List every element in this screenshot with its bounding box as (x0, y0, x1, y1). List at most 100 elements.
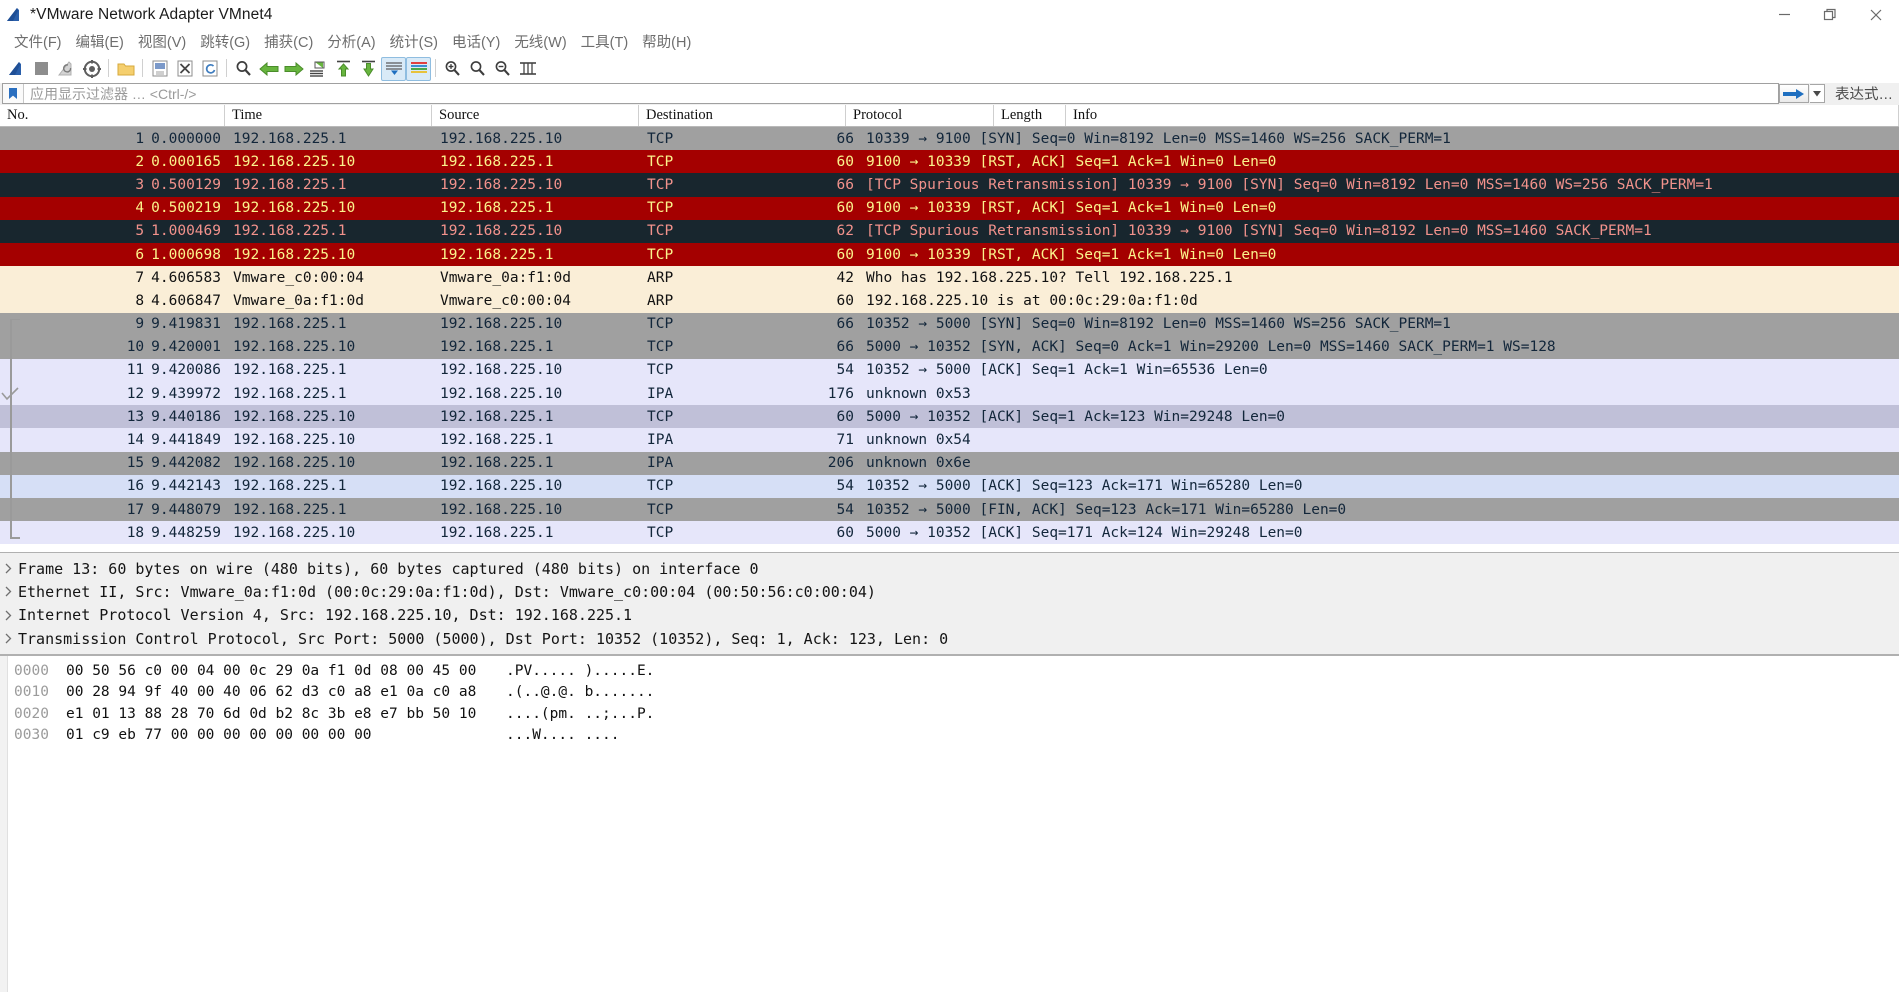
packet-row[interactable]: 9 9.419831 192.168.225.1 192.168.225.10 TCP 6… (0, 312, 1899, 336)
packet-time: 9.419831 (151, 316, 221, 333)
packet-row[interactable]: 15 9.442082 192.168.225.10 192.168.225.1 IPA… (0, 451, 1899, 475)
packet-destination: 192.168.225.1 (440, 153, 554, 170)
stop-capture-icon[interactable] (29, 57, 54, 81)
restart-capture-icon[interactable] (54, 57, 79, 81)
zoom-out-icon[interactable] (465, 57, 490, 81)
flow-marker-gutter (0, 336, 18, 359)
filter-history-dropdown[interactable] (1810, 84, 1825, 103)
start-capture-icon[interactable] (4, 57, 29, 81)
expand-triangle-icon[interactable] (0, 610, 16, 621)
packet-row[interactable]: 8 4.606847 Vmware_0a:f1:0d Vmware_c0:00:04 A… (0, 289, 1899, 313)
packet-row[interactable]: 14 9.441849 192.168.225.10 192.168.225.1 IPA… (0, 428, 1899, 452)
apply-filter-button[interactable] (1779, 84, 1809, 103)
menu-statistics[interactable]: 统计(S) (383, 29, 445, 55)
flow-marker-gutter (0, 475, 18, 498)
find-packet-icon[interactable] (231, 57, 256, 81)
restore-button[interactable] (1807, 0, 1853, 29)
column-header-length[interactable]: Length (994, 105, 1066, 126)
packet-row[interactable]: 1 0.000000 192.168.225.1 192.168.225.10 TCP 6… (0, 127, 1899, 151)
packet-row[interactable]: 5 1.000469 192.168.225.1 192.168.225.10 TCP 6… (0, 219, 1899, 243)
packet-time: 9.440186 (151, 408, 221, 425)
bookmark-icon[interactable] (3, 84, 24, 103)
menu-edit[interactable]: 编辑(E) (69, 29, 131, 55)
go-to-packet-icon[interactable] (306, 57, 331, 81)
detail-row[interactable]: Frame 13: 60 bytes on wire (480 bits), 6… (0, 557, 1899, 580)
bytes-pane-gutter (0, 656, 8, 992)
menu-view[interactable]: 视图(V) (131, 29, 193, 55)
save-file-icon[interactable] (147, 57, 172, 81)
hex-dump-row: 0000 00 50 56 c0 00 04 00 0c 29 0a f1 0d … (0, 660, 1899, 682)
flow-marker-gutter (0, 359, 18, 382)
packet-source: 192.168.225.10 (233, 200, 356, 217)
packet-list-pane[interactable]: No. Time Source Destination Protocol Len… (0, 105, 1899, 545)
packet-length: 54 (836, 362, 854, 379)
packet-source: 192.168.225.1 (233, 130, 347, 147)
minimize-button[interactable] (1761, 0, 1807, 29)
go-to-first-icon[interactable] (331, 57, 356, 81)
filter-expression-button[interactable]: 表达式… (1825, 83, 1897, 104)
packet-row[interactable]: 4 0.500219 192.168.225.10 192.168.225.1 TCP 6… (0, 196, 1899, 220)
reload-file-icon[interactable] (197, 57, 222, 81)
zoom-reset-icon[interactable] (490, 57, 515, 81)
menu-file[interactable]: 文件(F) (7, 29, 69, 55)
packet-row[interactable]: 7 4.606583 Vmware_c0:00:04 Vmware_0a:f1:0d A… (0, 266, 1899, 290)
menu-go[interactable]: 跳转(G) (193, 29, 257, 55)
auto-scroll-icon[interactable] (381, 56, 406, 81)
packet-protocol: TCP (647, 408, 674, 425)
go-to-last-icon[interactable] (356, 57, 381, 81)
close-button[interactable] (1853, 0, 1899, 29)
packet-source: 192.168.225.10 (233, 246, 356, 263)
packet-row[interactable]: 12 9.439972 192.168.225.1 192.168.225.10 IPA… (0, 382, 1899, 406)
detail-row[interactable]: Internet Protocol Version 4, Src: 192.16… (0, 604, 1899, 627)
packet-row[interactable]: 16 9.442143 192.168.225.1 192.168.225.10 TCP… (0, 474, 1899, 498)
packet-list-rows[interactable]: 1 0.000000 192.168.225.1 192.168.225.10 TCP 6… (0, 127, 1899, 545)
menu-analyze[interactable]: 分析(A) (320, 29, 382, 55)
column-header-protocol[interactable]: Protocol (846, 105, 994, 126)
packet-row[interactable]: 3 0.500129 192.168.225.1 192.168.225.10 TCP 6… (0, 173, 1899, 197)
packet-row[interactable]: 2 0.000165 192.168.225.10 192.168.225.1 TCP 6… (0, 150, 1899, 174)
detail-row[interactable]: Transmission Control Protocol, Src Port:… (0, 627, 1899, 650)
flow-marker-gutter (0, 173, 18, 196)
display-filter-input[interactable]: 应用显示过滤器 … <Ctrl-/> (2, 83, 1779, 104)
expand-triangle-icon[interactable] (0, 633, 16, 644)
capture-options-icon[interactable] (79, 57, 104, 81)
column-header-time[interactable]: Time (225, 105, 432, 126)
menu-help[interactable]: 帮助(H) (635, 29, 698, 55)
expand-triangle-icon[interactable] (0, 586, 16, 597)
packet-bytes-pane[interactable]: 0000 00 50 56 c0 00 04 00 0c 29 0a f1 0d … (0, 655, 1899, 992)
column-header-source[interactable]: Source (432, 105, 639, 126)
packet-destination: 192.168.225.1 (440, 432, 554, 449)
packet-bytes-rows: 0000 00 50 56 c0 00 04 00 0c 29 0a f1 0d … (0, 660, 1899, 746)
packet-row[interactable]: 18 9.448259 192.168.225.10 192.168.225.1 TCP… (0, 521, 1899, 545)
column-header-no[interactable]: No. (0, 105, 225, 126)
zoom-in-icon[interactable] (440, 57, 465, 81)
hex-ascii: ....(pm. ..;...P. (506, 705, 655, 722)
pane-splitter-list-details[interactable] (0, 545, 1899, 552)
menu-capture[interactable]: 捕获(C) (257, 29, 320, 55)
resize-columns-icon[interactable] (515, 57, 540, 81)
packet-no: 2 (135, 153, 145, 170)
menu-telephony[interactable]: 电话(Y) (445, 29, 507, 55)
packet-row[interactable]: 13 9.440186 192.168.225.10 192.168.225.1 TCP… (0, 405, 1899, 429)
column-header-info[interactable]: Info (1066, 105, 1899, 126)
flow-marker-gutter (0, 452, 18, 475)
packet-row[interactable]: 6 1.000698 192.168.225.10 192.168.225.1 TCP 6… (0, 242, 1899, 267)
packet-row[interactable]: 11 9.420086 192.168.225.1 192.168.225.10 TCP… (0, 358, 1899, 383)
menu-wireless[interactable]: 无线(W) (507, 29, 573, 55)
packet-details-pane[interactable]: Frame 13: 60 bytes on wire (480 bits), 6… (0, 552, 1899, 656)
packet-row[interactable]: 10 9.420001 192.168.225.10 192.168.225.1 TCP… (0, 335, 1899, 359)
go-back-icon[interactable] (256, 57, 281, 81)
packet-row[interactable]: 17 9.448079 192.168.225.1 192.168.225.10 TCP… (0, 498, 1899, 522)
detail-row-text: Ethernet II, Src: Vmware_0a:f1:0d (00:0c… (18, 582, 876, 601)
detail-row[interactable]: Ethernet II, Src: Vmware_0a:f1:0d (00:0c… (0, 580, 1899, 603)
colorize-icon[interactable] (406, 56, 431, 81)
go-forward-icon[interactable] (281, 57, 306, 81)
packet-source: 192.168.225.10 (233, 455, 356, 472)
open-file-icon[interactable] (113, 57, 138, 81)
expand-triangle-icon[interactable] (0, 563, 16, 574)
packet-destination: 192.168.225.10 (440, 478, 563, 495)
column-header-destination[interactable]: Destination (639, 105, 846, 126)
close-file-icon[interactable] (172, 57, 197, 81)
menu-tools[interactable]: 工具(T) (574, 29, 636, 55)
packet-protocol: TCP (647, 362, 674, 379)
